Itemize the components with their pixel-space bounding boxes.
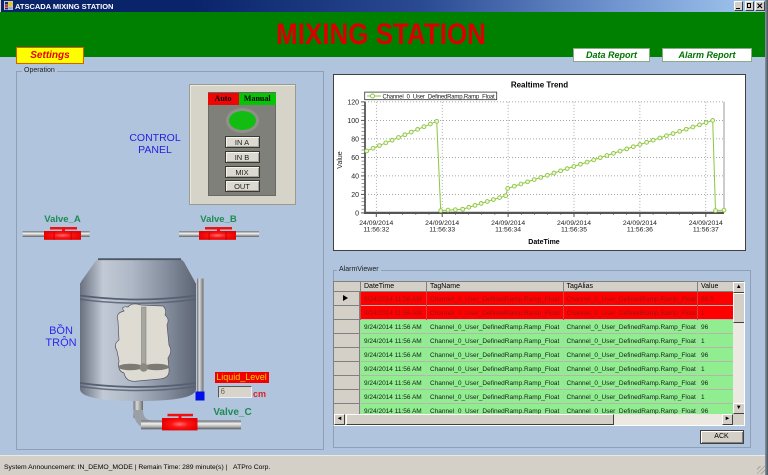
svg-text:11:56:34: 11:56:34: [495, 226, 521, 233]
svg-text:Value: Value: [337, 151, 344, 168]
svg-text:20: 20: [351, 192, 359, 199]
svg-text:11:56:35: 11:56:35: [561, 226, 587, 233]
svg-text:60: 60: [351, 155, 359, 162]
svg-text:100: 100: [347, 118, 359, 125]
svg-text:Channel_0_User_DefinedRamp.Ram: Channel_0_User_DefinedRamp.Ramp_Float: [382, 94, 495, 100]
svg-text:40: 40: [351, 173, 359, 180]
svg-text:11:56:37: 11:56:37: [692, 226, 718, 233]
svg-text:Realtime Trend: Realtime Trend: [510, 80, 567, 89]
svg-text:0: 0: [355, 210, 359, 217]
svg-text:120: 120: [347, 99, 359, 106]
svg-text:11:56:32: 11:56:32: [363, 226, 389, 233]
svg-text:11:56:33: 11:56:33: [429, 226, 455, 233]
svg-text:DateTime: DateTime: [528, 239, 559, 246]
svg-text:11:56:36: 11:56:36: [626, 226, 652, 233]
svg-text:80: 80: [351, 136, 359, 143]
